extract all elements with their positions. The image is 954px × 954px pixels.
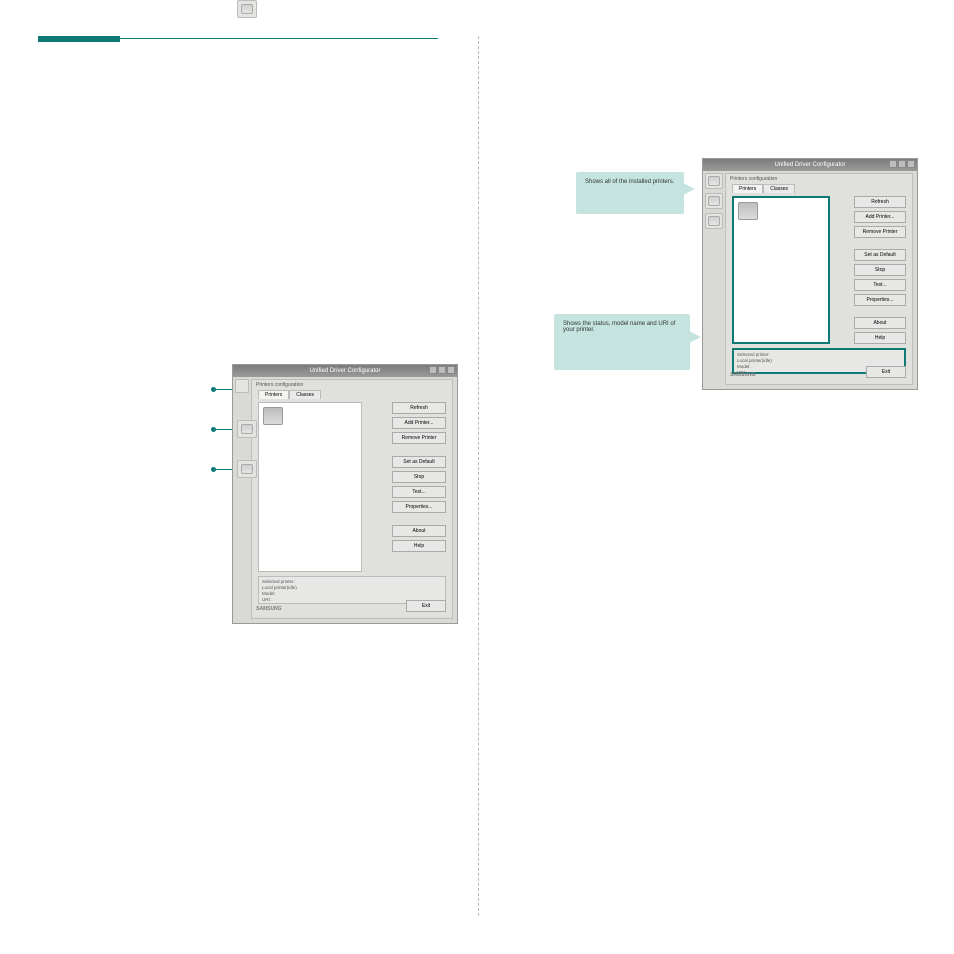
module-switch-column: [237, 420, 257, 438]
set-default-button[interactable]: Set as Default: [854, 249, 906, 261]
window-body: Printers configuration Printers Classes …: [725, 173, 913, 385]
button-column: Refresh Add Printer... Remove Printer Se…: [392, 402, 446, 552]
tabs: Printers Classes: [732, 184, 912, 193]
exit-button[interactable]: Exit: [866, 366, 906, 378]
column-divider: [478, 36, 479, 916]
section-header-bar: [38, 36, 120, 42]
refresh-button[interactable]: Refresh: [392, 402, 446, 414]
stop-button[interactable]: Stop: [392, 471, 446, 483]
section-label: Printers configuration: [726, 174, 912, 182]
switch-printers-icon[interactable]: [705, 173, 723, 189]
window-titlebar: Unified Driver Configurator: [703, 159, 917, 171]
window-body: Printers configuration Printers Classes …: [251, 379, 453, 619]
switch-scanners-icon[interactable]: [705, 193, 723, 209]
window-controls: [429, 366, 455, 374]
minimize-icon[interactable]: [889, 160, 897, 168]
tab-classes[interactable]: Classes: [289, 390, 321, 399]
tab-printers[interactable]: Printers: [732, 184, 763, 193]
button-column: Refresh Add Printer... Remove Printer Se…: [854, 196, 906, 344]
maximize-icon[interactable]: [438, 366, 446, 374]
maximize-icon[interactable]: [898, 160, 906, 168]
add-printer-button[interactable]: Add Printer...: [854, 211, 906, 223]
help-button[interactable]: Help: [854, 332, 906, 344]
switch-ports-icon[interactable]: [705, 213, 723, 229]
test-button[interactable]: Test...: [392, 486, 446, 498]
window-controls: [889, 160, 915, 168]
printer-icon[interactable]: [738, 202, 758, 220]
callout-dot: [211, 427, 216, 432]
section-header-line: [120, 38, 438, 39]
window-title: Unified Driver Configurator: [774, 162, 845, 168]
printer-icon[interactable]: [263, 407, 283, 425]
refresh-button[interactable]: Refresh: [854, 196, 906, 208]
printer-list[interactable]: [732, 196, 830, 344]
module-switch-column: [705, 173, 723, 229]
minimize-icon[interactable]: [429, 366, 437, 374]
stop-button[interactable]: Stop: [854, 264, 906, 276]
unified-driver-configurator-window: Unified Driver Configurator Printers con…: [702, 158, 918, 390]
samsung-logo: SAMSUNG: [730, 372, 756, 378]
switch-scanners-icon[interactable]: [237, 420, 257, 438]
callout-dot: [211, 467, 216, 472]
tabs: Printers Classes: [258, 390, 452, 399]
about-button[interactable]: About: [392, 525, 446, 537]
help-button[interactable]: Help: [392, 540, 446, 552]
module-switch-column: [237, 0, 257, 18]
remove-printer-button[interactable]: Remove Printer: [854, 226, 906, 238]
module-switch-column: [237, 460, 257, 478]
callout-text: Shows all of the installed printers.: [585, 179, 674, 185]
tab-printers[interactable]: Printers: [258, 390, 289, 399]
section-label: Printers configuration: [252, 380, 452, 388]
samsung-logo: SAMSUNG: [256, 606, 282, 612]
add-printer-button[interactable]: Add Printer...: [392, 417, 446, 429]
tab-classes[interactable]: Classes: [763, 184, 795, 193]
properties-button[interactable]: Properties...: [392, 501, 446, 513]
callout-selected-status: Shows the status, model name and URI of …: [554, 314, 690, 370]
remove-printer-button[interactable]: Remove Printer: [392, 432, 446, 444]
about-button[interactable]: About: [854, 317, 906, 329]
switch-ports-icon[interactable]: [237, 460, 257, 478]
window-titlebar: Unified Driver Configurator: [233, 365, 457, 377]
set-default-button[interactable]: Set as Default: [392, 456, 446, 468]
callout-dot: [211, 387, 216, 392]
exit-button[interactable]: Exit: [406, 600, 446, 612]
callout-tail: [683, 183, 695, 195]
callout-tail: [689, 331, 701, 343]
callout-text: Shows the status, model name and URI of …: [563, 321, 675, 333]
unified-driver-configurator-window: Unified Driver Configurator Printers con…: [232, 364, 458, 624]
close-icon[interactable]: [447, 366, 455, 374]
switch-printers-icon[interactable]: [237, 0, 257, 18]
app-icon: [235, 379, 249, 393]
test-button[interactable]: Test...: [854, 279, 906, 291]
close-icon[interactable]: [907, 160, 915, 168]
printer-list[interactable]: [258, 402, 362, 572]
properties-button[interactable]: Properties...: [854, 294, 906, 306]
window-title: Unified Driver Configurator: [309, 368, 380, 374]
callout-installed-printers: Shows all of the installed printers.: [576, 172, 684, 214]
